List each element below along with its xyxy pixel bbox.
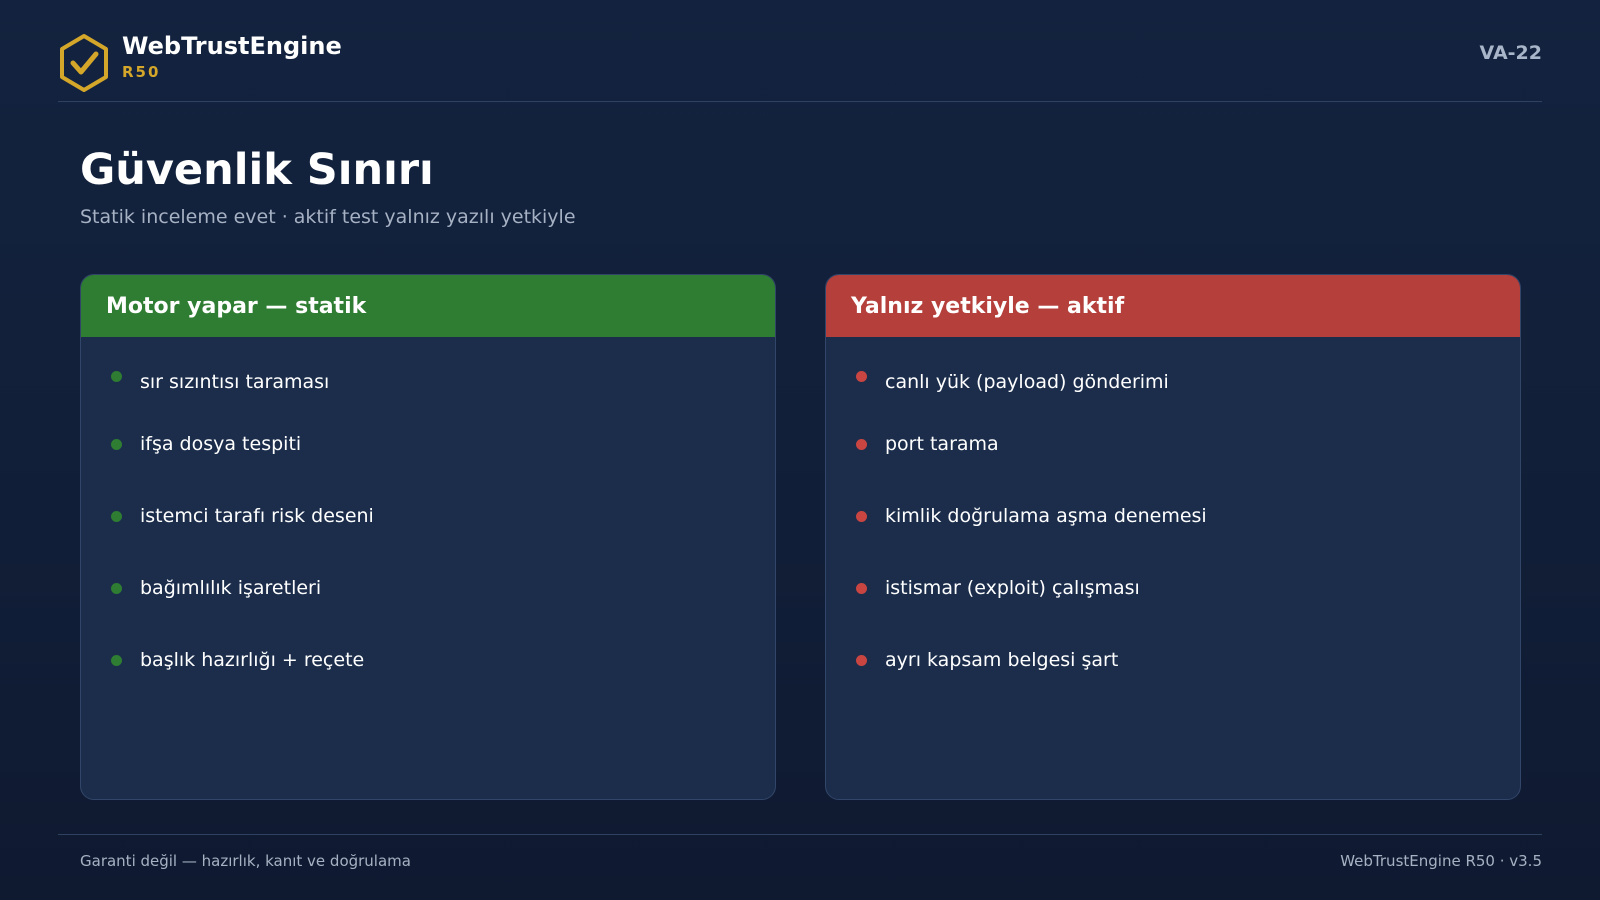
list-item-label: canlı yük (payload) gönderimi (885, 371, 1169, 393)
brand: WebTrustEngine R50 (58, 28, 342, 93)
hexagon-check-icon (60, 34, 108, 92)
list-item-label: bağımlılık işaretleri (140, 577, 322, 599)
footer-divider (58, 834, 1542, 835)
bullet-dot-icon (856, 654, 867, 666)
list-item: kimlik doğrulama aşma denemesi (826, 480, 1520, 552)
list-item-label: sır sızıntısı taraması (140, 371, 330, 393)
page-title: Güvenlik Sınırı (80, 145, 434, 195)
list-item-label: kimlik doğrulama aşma denemesi (885, 505, 1207, 527)
active-item-list: canlı yük (payload) gönderimi port taram… (826, 337, 1520, 696)
list-item: istemci tarafı risk deseni (81, 480, 775, 552)
brand-text: WebTrustEngine R50 (122, 28, 342, 82)
footer-disclaimer: Garanti değil — hazırlık, kanıt ve doğru… (80, 852, 411, 870)
active-panel: Yalnız yetkiyle — aktif canlı yük (paylo… (825, 274, 1521, 800)
bullet-dot-icon (111, 438, 122, 450)
bullet-dot-icon (856, 371, 867, 382)
list-item: port tarama (826, 408, 1520, 480)
list-item: bağımlılık işaretleri (81, 552, 775, 624)
slide: WebTrustEngine R50 VA-22 Güvenlik Sınırı… (0, 0, 1600, 900)
page-subtitle: Statik inceleme evet · aktif test yalnız… (80, 206, 576, 228)
static-panel-title: Motor yapar — statik (81, 275, 775, 337)
list-item: ifşa dosya tespiti (81, 408, 775, 480)
list-item: canlı yük (payload) gönderimi (826, 360, 1520, 408)
list-item: ayrı kapsam belgesi şart (826, 624, 1520, 696)
header-divider (58, 101, 1542, 102)
list-item-label: ayrı kapsam belgesi şart (885, 649, 1119, 671)
slide-code: VA-22 (1479, 42, 1542, 64)
header: WebTrustEngine R50 VA-22 (58, 28, 1542, 102)
list-item-label: port tarama (885, 433, 999, 455)
list-item-label: istismar (exploit) çalışması (885, 577, 1140, 599)
static-item-list: sır sızıntısı taraması ifşa dosya tespit… (81, 337, 775, 696)
bullet-dot-icon (111, 510, 122, 522)
active-panel-title: Yalnız yetkiyle — aktif (826, 275, 1520, 337)
bullet-dot-icon (111, 582, 122, 594)
list-item-label: istemci tarafı risk deseni (140, 505, 374, 527)
bullet-dot-icon (856, 510, 867, 522)
list-item-label: başlık hazırlığı + reçete (140, 649, 365, 671)
bullet-dot-icon (111, 371, 122, 382)
static-panel: Motor yapar — statik sır sızıntısı taram… (80, 274, 776, 800)
footer-version: WebTrustEngine R50 · v3.5 (1340, 852, 1542, 870)
list-item: başlık hazırlığı + reçete (81, 624, 775, 696)
list-item: sır sızıntısı taraması (81, 360, 775, 408)
bullet-dot-icon (856, 438, 867, 450)
brand-name: WebTrustEngine (122, 32, 342, 60)
list-item-label: ifşa dosya tespiti (140, 433, 302, 455)
list-item: istismar (exploit) çalışması (826, 552, 1520, 624)
brand-version: R50 (122, 63, 161, 81)
bullet-dot-icon (856, 582, 867, 594)
bullet-dot-icon (111, 654, 122, 666)
